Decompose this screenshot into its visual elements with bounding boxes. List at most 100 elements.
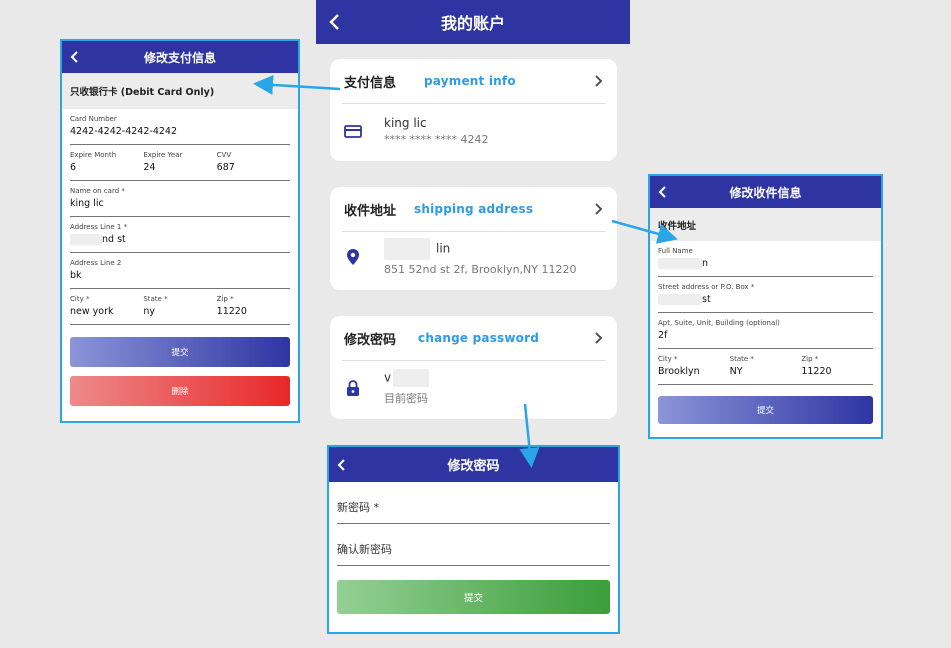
cardholder-name: king lic bbox=[384, 116, 427, 130]
edit-shipping-title: 修改收件信息 bbox=[729, 185, 802, 200]
debit-card-only-label: 只收银行卡 (Debit Card Only) bbox=[62, 73, 298, 109]
redacted-block bbox=[658, 258, 702, 269]
redacted-block bbox=[70, 234, 102, 245]
expire-year-field[interactable]: Expire Year 24 bbox=[143, 151, 216, 180]
back-arrow-icon[interactable] bbox=[70, 50, 80, 64]
name-on-card-label: Name on card * bbox=[70, 187, 125, 195]
back-arrow-icon[interactable] bbox=[328, 13, 342, 31]
state-field[interactable]: State * ny bbox=[143, 295, 216, 324]
zip-field[interactable]: Zip * 11220 bbox=[217, 295, 290, 324]
cvv-value[interactable]: 687 bbox=[217, 162, 290, 173]
expire-month-label: Expire Month bbox=[70, 151, 117, 159]
shipping-address: 851 52nd st 2f, Brooklyn,NY 11220 bbox=[384, 263, 577, 276]
expire-year-label: Expire Year bbox=[143, 151, 183, 159]
zip-label: Zip * bbox=[801, 355, 819, 363]
city-label: City * bbox=[658, 355, 678, 363]
address-line-1-label: Address Line 1 * bbox=[70, 223, 128, 231]
current-password: v bbox=[384, 369, 430, 387]
address-line-2-label: Address Line 2 bbox=[70, 259, 122, 267]
state-label: State * bbox=[143, 295, 168, 303]
city-value[interactable]: new york bbox=[70, 306, 143, 317]
shipping-card[interactable]: 收件地址 shipping address lin 851 52nd st 2f… bbox=[330, 187, 617, 290]
zip-value[interactable]: 11220 bbox=[217, 306, 290, 317]
submit-button[interactable]: 提交 bbox=[70, 337, 290, 367]
chevron-right-icon[interactable] bbox=[593, 202, 603, 216]
password-card-header[interactable]: 修改密码 change password bbox=[330, 316, 617, 360]
address-line-2-value[interactable]: bk bbox=[70, 270, 290, 281]
lock-icon bbox=[347, 379, 359, 396]
location-pin-icon bbox=[347, 249, 359, 265]
password-card[interactable]: 修改密码 change password v 目前密码 bbox=[330, 316, 617, 419]
address-line-1-field[interactable]: Address Line 1 * nd st bbox=[70, 217, 290, 253]
shipping-summary: lin 851 52nd st 2f, Brooklyn,NY 11220 bbox=[330, 232, 617, 284]
shipping-card-header[interactable]: 收件地址 shipping address bbox=[330, 187, 617, 231]
change-password-header: 修改密码 bbox=[329, 447, 618, 482]
state-field[interactable]: State * NY bbox=[730, 355, 802, 384]
shipping-section-label: 收件地址 bbox=[650, 208, 881, 241]
city-field[interactable]: City * new york bbox=[70, 295, 143, 324]
redacted-block bbox=[658, 294, 702, 305]
card-number-field[interactable]: Card Number 4242-4242-4242-4242 bbox=[70, 109, 290, 145]
change-password-title: 修改密码 bbox=[447, 459, 500, 474]
payment-card[interactable]: 支付信息 payment info king lic **** **** ***… bbox=[330, 59, 617, 161]
payment-card-header[interactable]: 支付信息 payment info bbox=[330, 59, 617, 103]
new-password-field[interactable]: 新密码 * bbox=[337, 482, 610, 524]
city-value[interactable]: Brooklyn bbox=[658, 366, 730, 377]
city-state-zip-row: City * new york State * ny Zip * 11220 bbox=[70, 289, 290, 325]
password-card-title: 修改密码 bbox=[344, 332, 397, 348]
state-value[interactable]: NY bbox=[730, 366, 802, 377]
card-number-label: Card Number bbox=[70, 115, 117, 123]
city-field[interactable]: City * Brooklyn bbox=[658, 355, 730, 384]
delete-button[interactable]: 删除 bbox=[70, 376, 290, 406]
city-label: City * bbox=[70, 295, 90, 303]
edit-payment-title: 修改支付信息 bbox=[143, 50, 216, 65]
zip-label: Zip * bbox=[216, 295, 234, 303]
cvv-label: CVV bbox=[216, 151, 232, 159]
change-password-annotation: change password bbox=[418, 331, 540, 345]
street-address-label: Street address or P.O. Box * bbox=[658, 283, 755, 291]
full-name-field[interactable]: Full Name n bbox=[658, 241, 873, 277]
state-value[interactable]: ny bbox=[143, 306, 216, 317]
expire-month-value[interactable]: 6 bbox=[70, 162, 143, 173]
payment-card-title: 支付信息 bbox=[344, 75, 397, 91]
payment-info-annotation: payment info bbox=[424, 74, 516, 88]
current-password-caption: 目前密码 bbox=[384, 392, 428, 405]
redacted-block bbox=[393, 369, 430, 387]
back-arrow-icon[interactable] bbox=[658, 185, 668, 199]
edit-payment-header: 修改支付信息 bbox=[62, 41, 298, 73]
confirm-password-field[interactable]: 确认新密码 bbox=[337, 524, 610, 566]
submit-button[interactable]: 提交 bbox=[658, 396, 873, 424]
zip-value[interactable]: 11220 bbox=[801, 366, 873, 377]
edit-payment-panel: 修改支付信息 只收银行卡 (Debit Card Only) Card Numb… bbox=[60, 39, 300, 423]
payment-summary: king lic **** **** **** 4242 bbox=[330, 104, 617, 154]
street-address-field[interactable]: Street address or P.O. Box * st bbox=[658, 277, 873, 313]
state-label: State * bbox=[729, 355, 754, 363]
submit-button[interactable]: 提交 bbox=[337, 580, 610, 614]
address-line-2-field[interactable]: Address Line 2 bk bbox=[70, 253, 290, 289]
redacted-block bbox=[384, 238, 430, 260]
expire-year-value[interactable]: 24 bbox=[143, 162, 216, 173]
name-on-card-value[interactable]: king lic bbox=[70, 198, 290, 209]
address-line-1-value[interactable]: nd st bbox=[70, 234, 290, 245]
change-password-panel: 修改密码 新密码 * 确认新密码 提交 bbox=[327, 445, 620, 634]
apt-suite-label: Apt, Suite, Unit, Building (optional) bbox=[658, 319, 780, 327]
expiry-cvv-row: Expire Month 6 Expire Year 24 CVV 687 bbox=[70, 145, 290, 181]
apt-suite-value[interactable]: 2f bbox=[658, 330, 873, 341]
city-state-zip-row: City * Brooklyn State * NY Zip * 11220 bbox=[658, 349, 873, 385]
recipient-name: lin bbox=[384, 238, 576, 260]
chevron-right-icon[interactable] bbox=[593, 331, 603, 345]
apt-suite-field[interactable]: Apt, Suite, Unit, Building (optional) 2f bbox=[658, 313, 873, 349]
main-header: 我的账户 bbox=[316, 0, 630, 44]
chevron-right-icon[interactable] bbox=[593, 74, 603, 88]
card-number-value[interactable]: 4242-4242-4242-4242 bbox=[70, 126, 290, 137]
zip-field[interactable]: Zip * 11220 bbox=[801, 355, 873, 384]
expire-month-field[interactable]: Expire Month 6 bbox=[70, 151, 143, 180]
password-summary: v 目前密码 bbox=[330, 361, 617, 414]
cvv-field[interactable]: CVV 687 bbox=[217, 151, 290, 180]
name-on-card-field[interactable]: Name on card * king lic bbox=[70, 181, 290, 217]
back-arrow-icon[interactable] bbox=[337, 458, 347, 472]
edit-shipping-header: 修改收件信息 bbox=[650, 176, 881, 208]
masked-card-number: **** **** **** 4242 bbox=[384, 133, 489, 146]
street-address-value[interactable]: st bbox=[658, 294, 873, 305]
full-name-value[interactable]: n bbox=[658, 258, 873, 269]
